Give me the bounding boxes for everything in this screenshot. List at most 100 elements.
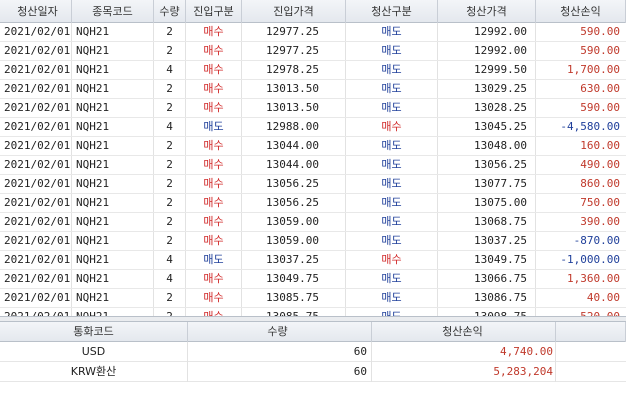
- cell-qty: 4: [154, 118, 186, 136]
- table-row[interactable]: 2021/02/01 NQH21 2 매수 13056.25 매도 13075.00 750.…: [0, 194, 626, 213]
- cell-empty: [556, 342, 626, 362]
- col-header-currency[interactable]: 통화코드: [0, 322, 188, 342]
- cell-close-price: 13028.25: [438, 99, 536, 117]
- cell-entry-side: 매수: [186, 156, 242, 174]
- cell-entry-price: 13049.75: [242, 270, 346, 288]
- cell-entry-side: 매수: [186, 232, 242, 250]
- table-row[interactable]: 2021/02/01 NQH21 4 매도 12988.00 매수 13045.25 -4,5…: [0, 118, 626, 137]
- cell-summary-qty: 60: [188, 362, 372, 382]
- col-header-summary-qty[interactable]: 수량: [188, 322, 372, 342]
- table-row[interactable]: 2021/02/01NQH212매수13085.75매도13098.75520.…: [0, 308, 626, 316]
- trade-grid-header: 청산일자 종목코드 수량 진입구분 진입가격 청산구분 청산가격 청산손익: [0, 0, 626, 23]
- table-row[interactable]: 2021/02/01 NQH21 2 매수 13044.00 매도 13056.25 490.…: [0, 156, 626, 175]
- cell-entry-side: 매수: [186, 175, 242, 193]
- col-header-qty[interactable]: 수량: [154, 0, 186, 23]
- cell-close-side: 매도: [346, 232, 438, 250]
- cell-currency: KRW환산: [0, 362, 188, 382]
- col-header-date[interactable]: 청산일자: [0, 0, 72, 23]
- cell-pnl: -4,580.00: [560, 120, 620, 133]
- cell-close-side: 매도: [346, 80, 438, 98]
- cell-close-side: 매수: [346, 118, 438, 136]
- cell-code: NQH21: [72, 80, 154, 98]
- summary-row[interactable]: KRW환산 60 5,283,204: [0, 362, 626, 382]
- cell-entry-side: 매도: [186, 251, 242, 269]
- cell-code: NQH21: [72, 42, 154, 60]
- cell-date: 2021/02/01: [0, 270, 72, 288]
- cell-entry-price: 13056.25: [242, 175, 346, 193]
- table-row[interactable]: 2021/02/01 NQH21 2 매수 12977.25 매도 12992.00 590.…: [0, 42, 626, 61]
- table-row[interactable]: 2021/02/01 NQH21 2 매수 13059.00 매도 13037.25 -870…: [0, 232, 626, 251]
- cell-entry-side: 매수: [186, 80, 242, 98]
- col-header-summary-pnl[interactable]: 청산손익: [372, 322, 556, 342]
- col-header-entry-price[interactable]: 진입가격: [242, 0, 346, 23]
- cell-pnl: 630.00: [580, 82, 620, 95]
- cell-date: 2021/02/01: [0, 118, 72, 136]
- cell-entry-side: 매수: [186, 308, 242, 316]
- cell-close-price: 12992.00: [438, 23, 536, 41]
- table-row[interactable]: 2021/02/01 NQH21 4 매수 13049.75 매도 13066.75 1,36…: [0, 270, 626, 289]
- cell-close-side: 매수: [346, 251, 438, 269]
- cell-code: NQH21: [72, 270, 154, 288]
- table-row[interactable]: 2021/02/01 NQH21 2 매수 13085.75 매도 13086.75 40.0…: [0, 289, 626, 308]
- cell-entry-price: 13013.50: [242, 99, 346, 117]
- col-header-close-price[interactable]: 청산가격: [438, 0, 536, 23]
- cell-pnl: 40.00: [586, 291, 620, 304]
- table-row[interactable]: 2021/02/01 NQH21 2 매수 13044.00 매도 13048.00 160.…: [0, 137, 626, 156]
- table-row[interactable]: 2021/02/01 NQH21 2 매수 13056.25 매도 13077.75 860.…: [0, 175, 626, 194]
- col-header-close-side[interactable]: 청산구분: [346, 0, 438, 23]
- summary-grid-header: 통화코드 수량 청산손익: [0, 322, 626, 342]
- table-row[interactable]: 2021/02/01 NQH21 2 매수 12977.25 매도 12992.00 590.…: [0, 23, 626, 42]
- trade-history-grid[interactable]: 청산일자 종목코드 수량 진입구분 진입가격 청산구분 청산가격 청산손익 20…: [0, 0, 626, 316]
- cell-entry-price: 13085.75: [242, 308, 346, 316]
- cell-code: NQH21: [72, 23, 154, 41]
- cell-qty: 4: [154, 251, 186, 269]
- cell-code: NQH21: [72, 289, 154, 307]
- table-row[interactable]: 2021/02/01 NQH21 2 매수 13059.00 매도 13068.75 390.…: [0, 213, 626, 232]
- col-header-entry-side[interactable]: 진입구분: [186, 0, 242, 23]
- cell-entry-side: 매수: [186, 137, 242, 155]
- cell-qty: 2: [154, 99, 186, 117]
- cell-qty: 2: [154, 23, 186, 41]
- cell-date: 2021/02/01: [0, 175, 72, 193]
- cell-empty: [556, 362, 626, 382]
- cell-pnl: 490.00: [580, 158, 620, 171]
- cell-qty: 2: [154, 194, 186, 212]
- cell-close-price: 13056.25: [438, 156, 536, 174]
- cell-entry-side: 매수: [186, 289, 242, 307]
- cell-summary-qty: 60: [188, 342, 372, 362]
- cell-pnl: 590.00: [580, 25, 620, 38]
- cell-code: NQH21: [72, 232, 154, 250]
- cell-close-side: 매도: [346, 308, 438, 316]
- cell-close-price: 13098.75: [438, 308, 536, 316]
- table-row[interactable]: 2021/02/01 NQH21 2 매수 13013.50 매도 13029.25 630.…: [0, 80, 626, 99]
- cell-close-price: 13068.75: [438, 213, 536, 231]
- cell-date: 2021/02/01: [0, 232, 72, 250]
- cell-close-side: 매도: [346, 156, 438, 174]
- cell-code: NQH21: [72, 308, 154, 316]
- cell-date: 2021/02/01: [0, 194, 72, 212]
- cell-currency: USD: [0, 342, 188, 362]
- cell-qty: 2: [154, 175, 186, 193]
- cell-close-price: 13066.75: [438, 270, 536, 288]
- cell-entry-price: 13056.25: [242, 194, 346, 212]
- cell-entry-price: 12988.00: [242, 118, 346, 136]
- col-header-pnl[interactable]: 청산손익: [536, 0, 626, 23]
- cell-pnl: 590.00: [580, 101, 620, 114]
- cell-code: NQH21: [72, 213, 154, 231]
- table-row[interactable]: 2021/02/01 NQH21 2 매수 13013.50 매도 13028.25 590.…: [0, 99, 626, 118]
- cell-close-side: 매도: [346, 23, 438, 41]
- cell-pnl: 860.00: [580, 177, 620, 190]
- cell-qty: 2: [154, 42, 186, 60]
- cell-entry-price: 13059.00: [242, 213, 346, 231]
- table-row[interactable]: 2021/02/01 NQH21 4 매수 12978.25 매도 12999.50 1,70…: [0, 61, 626, 80]
- cell-qty: 2: [154, 308, 186, 316]
- summary-row[interactable]: USD 60 4,740.00: [0, 342, 626, 362]
- cell-entry-side: 매수: [186, 61, 242, 79]
- table-row[interactable]: 2021/02/01 NQH21 4 매도 13037.25 매수 13049.75 -1,0…: [0, 251, 626, 270]
- cell-date: 2021/02/01: [0, 156, 72, 174]
- cell-pnl: 520.00: [536, 308, 626, 316]
- summary-grid[interactable]: 통화코드 수량 청산손익 USD 60 4,740.00 KRW환산 60 5,283,2…: [0, 322, 626, 403]
- col-header-code[interactable]: 종목코드: [72, 0, 154, 23]
- cell-close-side: 매도: [346, 270, 438, 288]
- cell-qty: 4: [154, 61, 186, 79]
